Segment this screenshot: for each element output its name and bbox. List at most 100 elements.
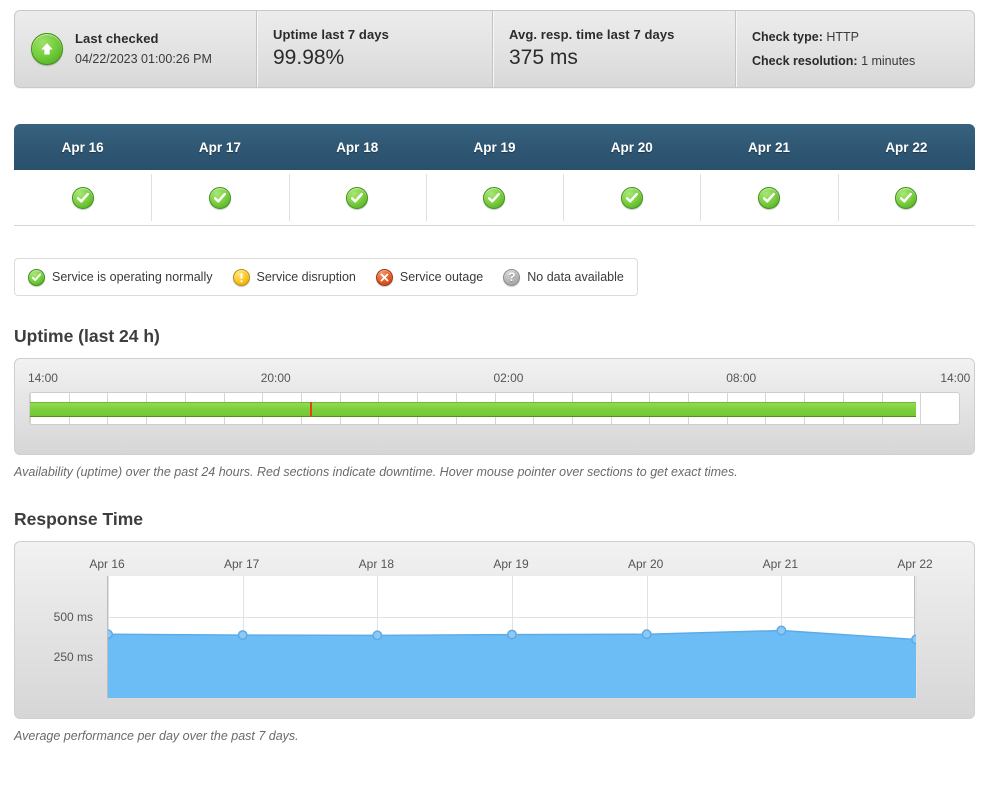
daily-status-row <box>14 170 975 226</box>
day-header-label: Apr 17 <box>198 139 241 155</box>
legend-item-1: Service disruption <box>232 268 356 286</box>
response-x-label-2: Apr 18 <box>358 557 395 571</box>
uptime-segment-down[interactable] <box>309 402 313 417</box>
legend-item-label: Service disruption <box>256 270 356 284</box>
daily-status-table: Apr 16 Apr 17 Apr 18 Apr 19 Apr 20 Apr 21 Apr … <box>14 124 975 226</box>
day-header-label: Apr 21 <box>748 139 791 155</box>
uptime-segment-up[interactable] <box>312 402 917 417</box>
legend-item-label: Service is operating normally <box>52 270 213 284</box>
uptime-chart-panel: 14:00 20:00 02:00 08:00 14:00 <box>14 358 975 455</box>
response-data-point-2[interactable] <box>372 630 383 641</box>
uptime-caption: Availability (uptime) over the past 24 h… <box>14 465 738 479</box>
check-type-value: HTTP <box>826 30 859 44</box>
day-status-cell-0[interactable] <box>14 170 151 225</box>
check-circle-icon <box>28 268 45 286</box>
summary-check-meta: Check type: HTTP Check resolution: 1 min… <box>736 11 974 87</box>
uptime-label: Uptime last 7 days <box>273 27 389 43</box>
day-header-6: Apr 22 <box>838 124 975 170</box>
check-type-line: Check type: HTTP <box>752 30 859 44</box>
x-circle-icon <box>375 268 393 286</box>
response-section-title: Response Time <box>14 509 144 529</box>
legend-item-0: Service is operating normally <box>28 268 213 286</box>
response-x-label-6: Apr 22 <box>897 557 933 571</box>
response-data-point-4[interactable] <box>641 629 652 640</box>
uptime-tick-label-4: 14:00 <box>940 371 971 385</box>
check-circle-icon <box>620 186 643 209</box>
legend-item-label: Service outage <box>399 270 484 284</box>
legend-item-2: Service outage <box>375 268 484 286</box>
day-header-label: Apr 18 <box>336 139 379 155</box>
day-header-label: Apr 20 <box>610 139 653 155</box>
response-data-point-1[interactable] <box>237 630 248 640</box>
response-plot-area <box>107 576 917 698</box>
response-x-label-4: Apr 20 <box>627 557 664 571</box>
response-area-fill <box>108 630 916 698</box>
summary-response-time: Avg. resp. time last 7 days 375 ms <box>493 11 737 87</box>
response-gridline-v <box>916 576 917 698</box>
response-time-value: 375 ms <box>509 45 578 69</box>
day-status-cell-2[interactable] <box>288 170 426 225</box>
check-resolution-value: 1 minutes <box>861 54 916 68</box>
response-x-label-0: Apr 16 <box>89 557 125 571</box>
response-y-label-0: 500 ms <box>53 609 93 624</box>
response-series-graphic <box>108 625 916 698</box>
check-circle-icon <box>346 186 369 209</box>
uptime-dashboard: Last checked 04/22/2023 01:00:26 PM Upti… <box>0 10 989 808</box>
day-header-3: Apr 19 <box>426 124 563 170</box>
uptime-tick-label-3: 08:00 <box>726 371 757 385</box>
daily-status-header: Apr 16 Apr 17 Apr 18 Apr 19 Apr 20 Apr 21 Apr … <box>14 124 975 170</box>
last-checked-value: 04/22/2023 01:00:26 PM <box>75 51 212 66</box>
check-type-label: Check type: <box>752 30 823 44</box>
legend-item-label: No data available <box>527 270 624 284</box>
day-status-cell-3[interactable] <box>425 170 563 225</box>
day-status-cell-4[interactable] <box>563 170 700 225</box>
response-x-label-5: Apr 21 <box>762 557 799 571</box>
check-circle-icon <box>71 186 94 209</box>
last-checked-label: Last checked <box>75 30 159 46</box>
check-circle-icon <box>895 186 918 209</box>
response-chart[interactable]: Apr 16 Apr 17 Apr 18 Apr 19 Apr 20 Apr 21 Apr … <box>15 542 974 718</box>
uptime-hour-tick <box>920 393 922 424</box>
check-resolution-line: Check resolution: 1 minutes <box>752 54 915 68</box>
day-status-cell-5[interactable] <box>700 170 837 225</box>
day-status-cell-1[interactable] <box>151 170 288 225</box>
uptime-section-title: Uptime (last 24 h) <box>14 326 160 346</box>
uptime-tick-label-0: 14:00 <box>27 371 58 385</box>
uptime-timeline-track[interactable] <box>29 392 960 425</box>
check-circle-icon <box>483 186 506 209</box>
day-header-label: Apr 19 <box>473 139 516 155</box>
response-data-point-6[interactable] <box>911 634 916 645</box>
response-data-point-0[interactable] <box>108 629 113 640</box>
status-legend: Service is operating normally Service dis… <box>14 258 638 296</box>
day-header-0: Apr 16 <box>14 124 151 170</box>
exclamation-circle-icon <box>232 268 250 286</box>
response-y-label-1: 250 ms <box>53 650 93 665</box>
uptime-hour-tick <box>959 393 960 424</box>
response-caption: Average performance per day over the pas… <box>14 729 299 743</box>
day-header-5: Apr 21 <box>700 124 837 170</box>
uptime-axis-labels: 14:00 20:00 02:00 08:00 14:00 <box>27 371 970 389</box>
summary-bar: Last checked 04/22/2023 01:00:26 PM Upti… <box>14 10 975 88</box>
day-header-4: Apr 20 <box>563 124 700 170</box>
question-circle-icon: ? <box>503 268 521 286</box>
response-data-point-5[interactable] <box>776 625 787 636</box>
check-circle-icon <box>758 186 781 209</box>
response-time-label: Avg. resp. time last 7 days <box>509 27 675 43</box>
day-header-label: Apr 22 <box>885 139 928 155</box>
summary-uptime: Uptime last 7 days 99.98% <box>257 11 494 87</box>
uptime-tick-label-1: 20:00 <box>260 371 291 385</box>
summary-last-checked: Last checked 04/22/2023 01:00:26 PM <box>15 11 258 87</box>
response-x-label-1: Apr 17 <box>223 557 260 571</box>
day-header-1: Apr 17 <box>151 124 288 170</box>
response-data-point-3[interactable] <box>507 629 517 640</box>
day-header-label: Apr 16 <box>61 139 104 155</box>
legend-item-3: ? No data available <box>503 268 624 286</box>
uptime-tick-label-2: 02:00 <box>493 371 524 385</box>
response-chart-panel: Apr 16 Apr 17 Apr 18 Apr 19 Apr 20 Apr 21 Apr … <box>14 541 975 719</box>
uptime-segment-up[interactable] <box>30 402 310 417</box>
arrow-up-icon <box>31 33 63 65</box>
day-status-cell-6[interactable] <box>837 170 975 225</box>
day-header-2: Apr 18 <box>289 124 426 170</box>
response-x-label-3: Apr 19 <box>493 557 529 571</box>
check-circle-icon <box>208 186 231 209</box>
